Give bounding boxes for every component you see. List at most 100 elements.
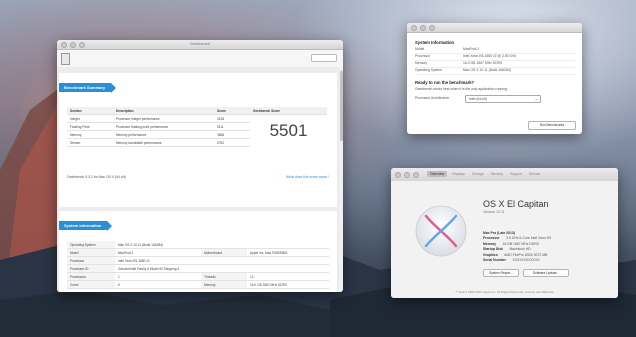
sysinfo-key: Processor ID — [67, 264, 115, 273]
arch-label: Processor Architecture — [415, 96, 450, 100]
list-item: Processor Intel Xeon E5-1650 v2 @ 3.50 G… — [415, 54, 575, 61]
os-name: OS X El Capitan — [483, 199, 549, 209]
table-row: Processor ID GenuineIntel Family 6 Model… — [67, 264, 329, 273]
score-meaning-link[interactable]: What does this score mean? — [286, 175, 329, 179]
zoom-button[interactable] — [413, 172, 419, 178]
about-tabs: Overview Displays Storage Memory Support… — [427, 171, 542, 177]
sysinfo-key: Model — [67, 248, 115, 257]
sysinfo-label: Processor — [415, 54, 431, 58]
row-description: Processor integer performance — [113, 114, 214, 123]
sysinfo-value: 1 — [115, 272, 201, 281]
tab-overview[interactable]: Overview — [427, 171, 448, 177]
sysinfo-value: MacPro6,1 — [115, 248, 201, 257]
col-score: Score — [214, 107, 250, 115]
tab-service[interactable]: Service — [527, 171, 542, 177]
row-score: 3568 — [214, 130, 250, 139]
zoom-button[interactable] — [429, 25, 435, 31]
sysinfo-value: 16.0 GB 1867 MHz DDR3 — [463, 61, 503, 65]
software-update-button[interactable]: Software Update... — [523, 269, 569, 277]
start-window-titlebar — [407, 23, 582, 33]
sysinfo-table: Operating System Mac OS X 10.11 (Build 1… — [67, 241, 329, 289]
content-area: Benchmark Summary Section Description Sc… — [57, 67, 339, 292]
document-icon — [61, 53, 70, 65]
row-section: Stream — [67, 138, 113, 147]
sysinfo-value: 12 — [247, 272, 329, 281]
sysinfo-key: Memory — [201, 280, 247, 289]
tab-displays[interactable]: Displays — [450, 171, 467, 177]
os-version: Version 10.11 — [483, 210, 505, 214]
row-section: Integer — [67, 114, 113, 123]
table-row: Integer Processor integer performance 41… — [67, 114, 327, 140]
row-score: 2762 — [214, 138, 250, 147]
scrollbar[interactable] — [339, 67, 343, 292]
sysinfo-value: MacPro6,1 — [463, 47, 480, 51]
sysinfo-key: Operating System — [67, 241, 115, 249]
tab-storage[interactable]: Storage — [470, 171, 486, 177]
sysinfo-key: Motherboard — [201, 248, 247, 257]
sysinfo-label: Memory — [415, 61, 428, 65]
sysinfo-card: System Information Operating System Mac … — [59, 211, 337, 292]
sysinfo-key: Threads — [201, 272, 247, 281]
col-description: Description — [113, 107, 214, 115]
sysinfo-label: Model — [415, 47, 425, 51]
spec-label: Graphics — [483, 252, 498, 257]
close-button[interactable] — [411, 25, 417, 31]
table-row: Cores 6 Memory 16.0 GB 1867 MHz DDR3 — [67, 280, 329, 289]
main-window-titlebar: Geekbench — [57, 40, 343, 50]
scrollbar-thumb[interactable] — [339, 71, 343, 141]
sysinfo-list: Model MacPro6,1 Processor Intel Xeon E5-… — [415, 47, 575, 75]
row-description: Memory bandwidth performance — [113, 138, 214, 147]
about-footer: ™ and © 1983-2015 Apple Inc. All Rights … — [455, 290, 554, 294]
about-body: OS X El Capitan Version 10.11 Mac Pro (L… — [391, 181, 618, 298]
minimize-button[interactable] — [420, 25, 426, 31]
about-window-titlebar: Overview Displays Storage Memory Support… — [391, 168, 618, 182]
summary-banner: Benchmark Summary — [59, 83, 117, 93]
spec-label: Serial Number — [483, 257, 506, 262]
arch-select[interactable]: Intel (64-bit) ⌄ — [465, 95, 541, 103]
row-score: 5111 — [214, 122, 250, 131]
col-geekbench-score: Geekbench Score — [250, 107, 327, 115]
tab-support[interactable]: Support — [508, 171, 524, 177]
list-item: Operating System Mac OS X 10.11 (Build 1… — [415, 68, 575, 75]
version-text: Geekbench 3.3.2 for Mac OS X (64-bit) — [67, 175, 126, 179]
sysinfo-label: Operating System — [415, 68, 443, 72]
table-row: Model MacPro6,1 Motherboard Apple Inc. M… — [67, 248, 329, 257]
run-benchmarks-button[interactable]: Run Benchmarks — [528, 121, 576, 130]
sysinfo-value: 6 — [115, 280, 201, 289]
tab-memory[interactable]: Memory — [489, 171, 505, 177]
search-input[interactable] — [311, 54, 337, 62]
row-description: Processor floating point performance — [113, 122, 214, 131]
chevron-down-icon: ⌄ — [534, 96, 538, 101]
row-score: 4138 — [214, 114, 250, 123]
main-window-title: Geekbench — [189, 41, 211, 46]
about-this-mac-window: Overview Displays Storage Memory Support… — [391, 168, 618, 298]
ready-title: Ready to run the benchmark? — [415, 80, 475, 85]
system-report-button[interactable]: System Report... — [483, 269, 519, 277]
sysinfo-value: Apple Inc. Mac-F60DEB81 — [247, 248, 329, 257]
toolbar — [57, 50, 343, 68]
table-row: Operating System Mac OS X 10.11 (Build 1… — [67, 241, 329, 249]
sysinfo-banner: System Information — [59, 221, 113, 231]
spec-value: XXXXXXXXXXXX — [512, 257, 540, 262]
sysinfo-value: Intel Xeon E5-1650 v2 @ 3.50 GHz — [463, 54, 517, 58]
sysinfo-value: 16.0 GB 1867 MHz DDR3 — [247, 280, 329, 289]
summary-table: Section Description Score Geekbench Scor… — [67, 107, 327, 147]
geekbench-main-window: Geekbench Benchmark Summary Section Desc… — [57, 40, 343, 292]
sysinfo-section-title: System Information — [415, 40, 455, 45]
sysinfo-value: Mac OS X 10.11 (Build 15A284) — [463, 68, 511, 72]
summary-header-row: Section Description Score Geekbench Scor… — [67, 107, 327, 115]
ready-text: Geekbench works best when it is the only… — [415, 87, 508, 91]
sysinfo-key: Processors — [67, 272, 115, 281]
row-section: Memory — [67, 130, 113, 139]
minimize-button[interactable] — [404, 172, 410, 178]
sysinfo-key: Processor — [67, 256, 115, 265]
table-row: Processor Intel Xeon E5-1650 v2 — [67, 256, 329, 265]
el-capitan-logo-icon — [415, 205, 467, 257]
row-description: Memory performance — [113, 130, 214, 139]
sysinfo-value: GenuineIntel Family 6 Model 62 Stepping … — [115, 264, 329, 273]
geekbench-score-cell: 5501 — [250, 115, 327, 147]
col-section: Section — [67, 107, 113, 115]
close-button[interactable] — [395, 172, 401, 178]
row-section: Floating Point — [67, 122, 113, 131]
geekbench-start-window: System Information Model MacPro6,1 Proce… — [407, 23, 582, 134]
